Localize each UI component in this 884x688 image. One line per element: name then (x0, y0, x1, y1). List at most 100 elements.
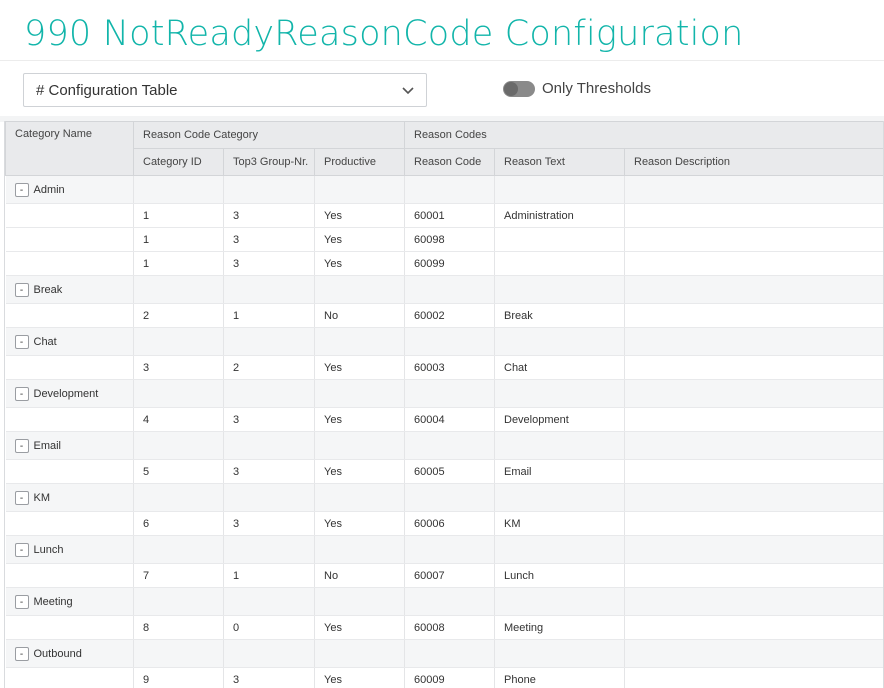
reason-description-cell[interactable] (624, 667, 883, 688)
top3-group-cell[interactable]: 3 (223, 511, 315, 536)
collapse-group-button[interactable]: - (14, 282, 29, 297)
header-reason-code[interactable]: Reason Code (404, 148, 495, 176)
table-row[interactable]: 7 1 No 60007 Lunch (5, 563, 883, 588)
collapse-group-button[interactable]: - (14, 386, 29, 401)
reason-description-cell[interactable] (624, 459, 883, 484)
reason-code-cell[interactable]: 60005 (404, 459, 495, 484)
productive-cell[interactable]: Yes (314, 355, 405, 380)
only-thresholds-toggle[interactable]: Only Thresholds (503, 80, 651, 97)
collapse-group-button[interactable]: - (14, 542, 29, 557)
collapse-group-button[interactable]: - (14, 438, 29, 453)
configuration-grid[interactable]: Category Name Reason Code Category Reaso… (4, 121, 884, 688)
header-category-id[interactable]: Category ID (133, 148, 224, 176)
group-row[interactable]: - Chat (5, 327, 883, 356)
reason-text-cell[interactable] (494, 251, 625, 276)
reason-text-cell[interactable]: Lunch (494, 563, 625, 588)
category-id-cell[interactable]: 6 (133, 511, 224, 536)
reason-text-cell[interactable]: Email (494, 459, 625, 484)
group-row[interactable]: - Development (5, 379, 883, 408)
reason-text-cell[interactable]: Chat (494, 355, 625, 380)
reason-code-cell[interactable]: 60004 (404, 407, 495, 432)
collapse-group-button[interactable]: - (14, 594, 29, 609)
reason-description-cell[interactable] (624, 615, 883, 640)
collapse-group-button[interactable]: - (14, 646, 29, 661)
productive-cell[interactable]: Yes (314, 511, 405, 536)
table-row[interactable]: 9 3 Yes 60009 Phone (5, 667, 883, 688)
reason-description-cell[interactable] (624, 227, 883, 252)
reason-code-cell[interactable]: 60008 (404, 615, 495, 640)
top3-group-cell[interactable]: 3 (223, 667, 315, 688)
reason-code-cell[interactable]: 60003 (404, 355, 495, 380)
header-productive[interactable]: Productive (314, 148, 405, 176)
productive-cell[interactable]: Yes (314, 203, 405, 228)
reason-description-cell[interactable] (624, 251, 883, 276)
group-row[interactable]: - Break (5, 275, 883, 304)
table-row[interactable]: 2 1 No 60002 Break (5, 303, 883, 328)
top3-group-cell[interactable]: 1 (223, 303, 315, 328)
reason-code-cell[interactable]: 60009 (404, 667, 495, 688)
productive-cell[interactable]: Yes (314, 459, 405, 484)
group-row[interactable]: - Email (5, 431, 883, 460)
productive-cell[interactable]: Yes (314, 615, 405, 640)
top3-group-cell[interactable]: 2 (223, 355, 315, 380)
configuration-table-select[interactable]: # Configuration Table (23, 73, 427, 107)
header-reason-description[interactable]: Reason Description (624, 148, 883, 176)
top3-group-cell[interactable]: 3 (223, 227, 315, 252)
group-row[interactable]: - Admin (5, 175, 883, 204)
toggle-switch[interactable] (503, 80, 535, 97)
reason-code-cell[interactable]: 60098 (404, 227, 495, 252)
collapse-group-button[interactable]: - (14, 182, 29, 197)
reason-code-cell[interactable]: 60001 (404, 203, 495, 228)
top3-group-cell[interactable]: 3 (223, 203, 315, 228)
top3-group-cell[interactable]: 3 (223, 407, 315, 432)
table-row[interactable]: 1 3 Yes 60098 (5, 227, 883, 252)
category-id-cell[interactable]: 3 (133, 355, 224, 380)
top3-group-cell[interactable]: 0 (223, 615, 315, 640)
reason-description-cell[interactable] (624, 203, 883, 228)
group-row[interactable]: - Lunch (5, 535, 883, 564)
productive-cell[interactable]: No (314, 563, 405, 588)
reason-code-cell[interactable]: 60007 (404, 563, 495, 588)
table-row[interactable]: 5 3 Yes 60005 Email (5, 459, 883, 484)
collapse-group-button[interactable]: - (14, 334, 29, 349)
reason-text-cell[interactable]: Break (494, 303, 625, 328)
category-id-cell[interactable]: 9 (133, 667, 224, 688)
category-id-cell[interactable]: 2 (133, 303, 224, 328)
header-top3-group[interactable]: Top3 Group-Nr. (223, 148, 315, 176)
category-id-cell[interactable]: 1 (133, 227, 224, 252)
header-reason-text[interactable]: Reason Text (494, 148, 625, 176)
category-id-cell[interactable]: 1 (133, 251, 224, 276)
category-id-cell[interactable]: 7 (133, 563, 224, 588)
group-row[interactable]: - KM (5, 483, 883, 512)
reason-text-cell[interactable] (494, 227, 625, 252)
category-id-cell[interactable]: 1 (133, 203, 224, 228)
header-category-name[interactable]: Category Name (5, 121, 134, 176)
reason-text-cell[interactable]: Phone (494, 667, 625, 688)
group-row[interactable]: - Outbound (5, 639, 883, 668)
group-row[interactable]: - Meeting (5, 587, 883, 616)
productive-cell[interactable]: Yes (314, 251, 405, 276)
category-id-cell[interactable]: 5 (133, 459, 224, 484)
reason-description-cell[interactable] (624, 511, 883, 536)
table-row[interactable]: 3 2 Yes 60003 Chat (5, 355, 883, 380)
productive-cell[interactable]: No (314, 303, 405, 328)
productive-cell[interactable]: Yes (314, 227, 405, 252)
reason-text-cell[interactable]: Development (494, 407, 625, 432)
reason-description-cell[interactable] (624, 407, 883, 432)
reason-text-cell[interactable]: Meeting (494, 615, 625, 640)
top3-group-cell[interactable]: 3 (223, 251, 315, 276)
reason-description-cell[interactable] (624, 303, 883, 328)
reason-code-cell[interactable]: 60099 (404, 251, 495, 276)
reason-code-cell[interactable]: 60002 (404, 303, 495, 328)
reason-text-cell[interactable]: KM (494, 511, 625, 536)
reason-code-cell[interactable]: 60006 (404, 511, 495, 536)
productive-cell[interactable]: Yes (314, 667, 405, 688)
table-row[interactable]: 1 3 Yes 60099 (5, 251, 883, 276)
reason-description-cell[interactable] (624, 563, 883, 588)
top3-group-cell[interactable]: 1 (223, 563, 315, 588)
reason-description-cell[interactable] (624, 355, 883, 380)
category-id-cell[interactable]: 8 (133, 615, 224, 640)
collapse-group-button[interactable]: - (14, 490, 29, 505)
table-row[interactable]: 6 3 Yes 60006 KM (5, 511, 883, 536)
productive-cell[interactable]: Yes (314, 407, 405, 432)
